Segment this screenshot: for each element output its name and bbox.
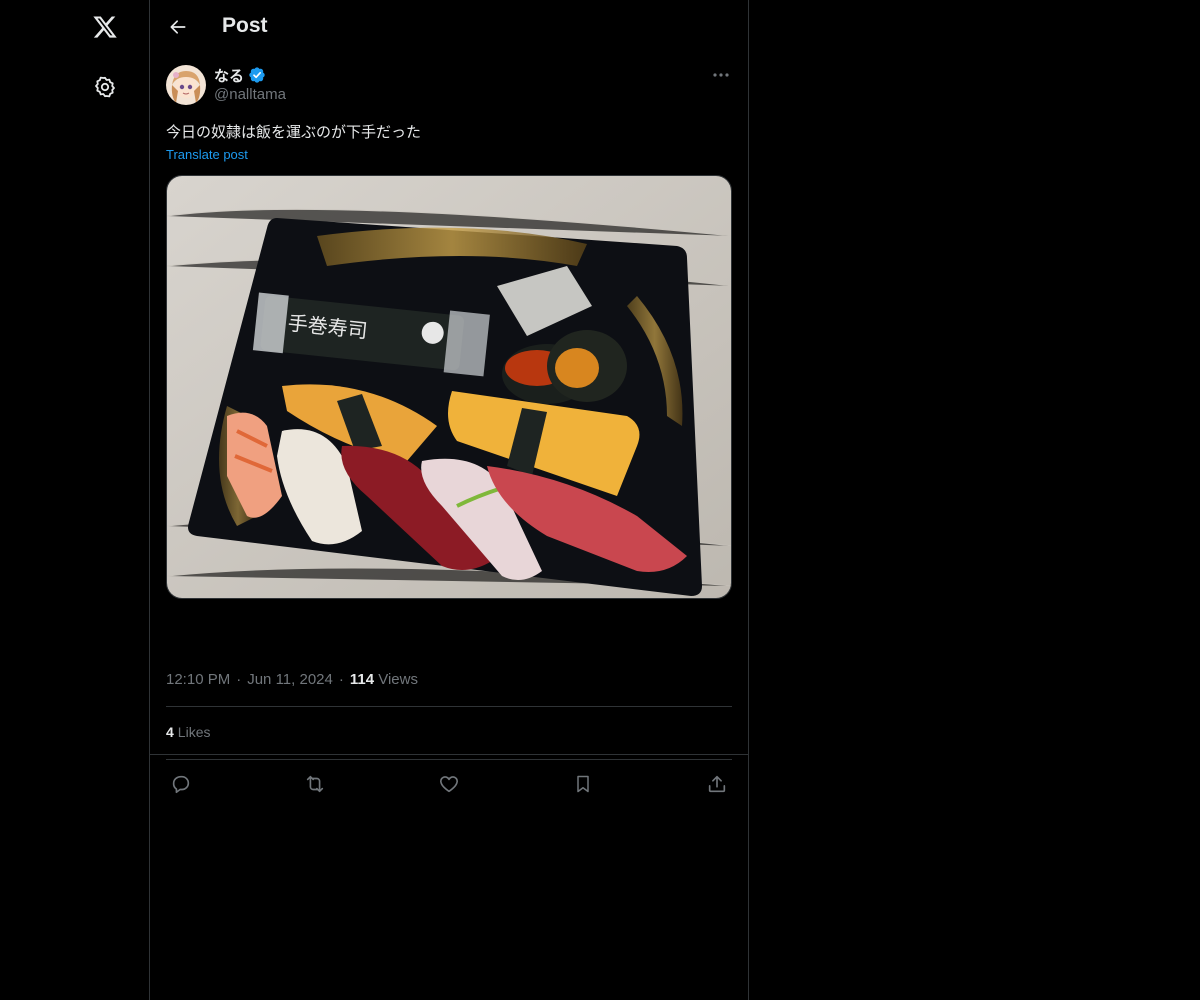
meta-separator: · — [236, 671, 242, 688]
post-image[interactable]: 手巻寿司 — [166, 175, 732, 599]
repost-icon — [306, 775, 324, 793]
more-button[interactable] — [710, 65, 732, 85]
meta-separator: · — [338, 671, 344, 688]
arrow-left-icon — [170, 20, 186, 34]
views-label: Views — [378, 671, 418, 688]
left-nav — [0, 0, 150, 1000]
avatar[interactable] — [166, 65, 206, 105]
author-block: なる @nalltama — [214, 65, 286, 103]
views-count: 114 — [349, 671, 375, 688]
heart-icon — [439, 776, 459, 793]
share-button[interactable] — [702, 769, 732, 799]
post-text: 今日の奴隷は飯を運ぶのが下手だった — [166, 123, 422, 141]
divider — [166, 759, 732, 760]
post-meta: 12:10 PM · Jun 11, 2024 · 114 Views — [166, 671, 418, 688]
likes-count-link[interactable]: 4 Likes — [166, 724, 210, 740]
author-display-name[interactable]: なる — [214, 65, 244, 86]
main-column: Post なる @nalltama 今日の奴隷は飯を運ぶのが下手だった Tran… — [149, 0, 749, 1000]
author-handle[interactable]: @nalltama — [214, 86, 286, 103]
share-icon — [708, 775, 726, 793]
back-button[interactable] — [164, 13, 192, 41]
bookmark-icon — [577, 775, 589, 793]
post-bottom-divider — [150, 754, 748, 755]
views-block: 114 Views — [350, 671, 418, 688]
bookmark-button[interactable] — [568, 769, 598, 799]
repost-button[interactable] — [300, 769, 330, 799]
more-horizontal-icon — [713, 73, 729, 77]
post-time[interactable]: 12:10 PM — [166, 671, 230, 688]
likes-label: Likes — [177, 724, 211, 740]
action-bar — [166, 769, 732, 799]
likes-count: 4 — [166, 724, 174, 740]
verified-badge-icon — [249, 67, 265, 83]
translate-post-link[interactable]: Translate post — [166, 147, 248, 162]
reply-button[interactable] — [166, 769, 196, 799]
post-date[interactable]: Jun 11, 2024 — [247, 671, 333, 688]
gear-icon[interactable] — [91, 73, 119, 101]
reply-icon — [172, 775, 190, 794]
divider — [166, 706, 732, 707]
top-bar: Post — [150, 0, 748, 53]
x-logo-icon[interactable] — [87, 9, 123, 45]
page-title: Post — [222, 14, 268, 37]
like-button[interactable] — [434, 769, 464, 799]
